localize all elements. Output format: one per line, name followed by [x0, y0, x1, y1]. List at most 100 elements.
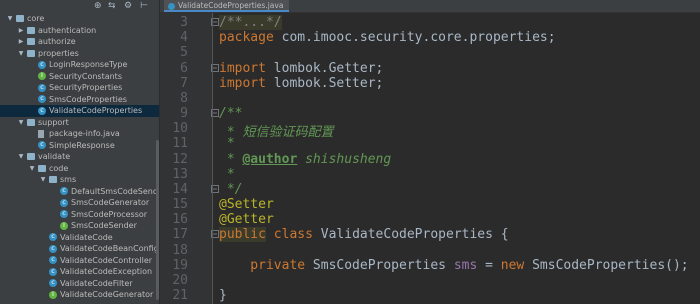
tree-item[interactable]: SmsCodeProperties	[0, 94, 159, 106]
class-icon	[38, 94, 46, 103]
class-icon	[49, 267, 57, 276]
tree-item[interactable]: SmsCodeSender	[0, 220, 159, 232]
class-icon	[60, 209, 68, 218]
tree-item[interactable]: ValidateCodeBeanConfig	[0, 243, 159, 255]
project-scrollbar[interactable]	[156, 140, 159, 300]
tree-item-label: ValidateCodeBeanConfig	[60, 244, 159, 253]
gutter-separator	[212, 13, 213, 304]
chevron-down-icon[interactable]: ▼	[6, 13, 14, 25]
tree-item-label: ValidateCodeException	[60, 267, 153, 276]
tree-item[interactable]: SimpleResponse	[0, 140, 159, 152]
project-panel: ⊕ ⇆ ⚙ ⊢ ▼ core ▶ authentication ▶ authorize ▼ p…	[0, 0, 159, 304]
tree-item[interactable]: ▼ properties	[0, 48, 159, 60]
chevron-down-icon[interactable]: ▼	[17, 48, 25, 60]
chevron-down-icon[interactable]: ▼	[28, 163, 36, 175]
folder-icon	[27, 38, 35, 45]
interface-icon	[49, 290, 57, 299]
tree-item-label: SmsCodeProcessor	[71, 209, 148, 219]
tree-item[interactable]: ▼ support	[0, 117, 159, 129]
tree-item[interactable]: ▶ authentication	[0, 25, 159, 37]
tree-item-label: SecurityConstants	[49, 71, 122, 81]
code-line-11: *	[219, 136, 235, 151]
chevron-down-icon[interactable]: ▼	[17, 151, 25, 163]
class-icon	[49, 244, 57, 253]
tree-item[interactable]: ValidateCode	[0, 232, 159, 244]
folder-icon	[38, 164, 46, 172]
tree-item[interactable]: ValidateCodeController	[0, 255, 159, 267]
code-line-4: package com.imooc.security.core.properti…	[219, 30, 556, 45]
tree-item-label: sms	[60, 175, 77, 184]
code-line-7: import lombok.Setter;	[219, 76, 384, 91]
tree-item[interactable]: ValidateCodeFilter	[0, 278, 159, 290]
tree-item[interactable]: DefaultSmsCodeSende	[0, 186, 159, 198]
tree-item-label: ValidateCodeController	[60, 255, 153, 265]
folder-icon	[49, 176, 57, 183]
project-tree: ▼ core ▶ authentication ▶ authorize ▼ propertie…	[0, 13, 159, 301]
tree-item-label: validate	[38, 152, 71, 161]
folder-icon	[27, 26, 35, 34]
folder-icon	[27, 153, 35, 160]
tree-item[interactable]: ▼ validate	[0, 151, 159, 163]
chevron-down-icon[interactable]: ▼	[39, 174, 47, 186]
folder-icon	[16, 15, 24, 22]
code-line-16: @Getter	[219, 212, 274, 227]
tree-item[interactable]: ValidateCodeException	[0, 266, 159, 278]
tree-item-label: code	[49, 163, 69, 173]
sync-icon[interactable]: ⊕	[94, 0, 102, 12]
interface-icon	[60, 221, 68, 230]
tree-item-label: SmsCodeGenerator	[71, 198, 150, 207]
gear-icon[interactable]: ⚙	[124, 0, 132, 12]
code-line-19: private SmsCodeProperties sms = new SmsC…	[219, 258, 689, 273]
tree-item[interactable]: SecurityConstants	[0, 71, 159, 83]
code-line-10: * 短信验证码配置	[219, 125, 334, 140]
folder-icon	[27, 118, 35, 126]
tree-item-label: ValidateCodeFilter	[60, 278, 133, 288]
tree-item[interactable]: ▼ code	[0, 163, 159, 175]
tree-item[interactable]: SmsCodeProcessor	[0, 209, 159, 221]
tree-item-label: SmsCodeSender	[71, 221, 137, 230]
tree-item-label: DefaultSmsCodeSende	[71, 186, 159, 196]
collapse-icon[interactable]: ⇆	[108, 0, 116, 12]
tree-item[interactable]: ValidateCodeProperties	[0, 105, 159, 117]
project-toolbar: ⊕ ⇆ ⚙ ⊢	[0, 0, 159, 12]
tree-item-label: ValidateCode	[60, 232, 113, 242]
tree-item[interactable]: ▼ sms	[0, 174, 159, 186]
code-area[interactable]: /**...*/ package com.imooc.security.core…	[160, 0, 700, 304]
tree-item-label: ValidateCodeGenerator	[60, 290, 154, 299]
chevron-right-icon[interactable]: ▶	[17, 36, 25, 48]
class-icon	[49, 232, 57, 241]
tree-item[interactable]: ▼ core	[0, 13, 159, 25]
tree-item-label: package-info.java	[49, 129, 120, 138]
tree-item-label: authentication	[38, 25, 97, 35]
tree-item[interactable]: package-info.java	[0, 128, 159, 140]
tree-item[interactable]: SecurityProperties	[0, 82, 159, 94]
tree-item-label: core	[27, 14, 45, 23]
code-editor: ValidateCodeProperties.java 3 4 5 6 7 8 9 10 11 1…	[160, 0, 700, 304]
class-icon	[38, 106, 46, 115]
tree-item-label: SecurityProperties	[49, 83, 123, 92]
tree-item[interactable]: LoginResponseType	[0, 59, 159, 71]
class-icon	[60, 186, 68, 195]
tree-item-label: authorize	[38, 37, 76, 46]
class-icon	[38, 83, 46, 92]
tree-item-label: SimpleResponse	[49, 140, 115, 150]
code-line-9: /**	[219, 106, 243, 121]
tree-item[interactable]: ValidateCodeGenerator	[0, 289, 159, 301]
code-line-21: }	[219, 288, 227, 303]
class-icon	[49, 255, 57, 264]
folder-icon	[27, 49, 35, 57]
class-icon	[60, 198, 68, 207]
chevron-down-icon[interactable]: ▼	[17, 117, 25, 129]
hide-panel-icon[interactable]: ⊢	[140, 0, 148, 12]
class-icon	[49, 278, 57, 287]
chevron-right-icon[interactable]: ▶	[17, 25, 25, 37]
code-line-12: * @author shishusheng	[219, 152, 392, 167]
code-line-17: public class ValidateCodeProperties {	[219, 227, 509, 242]
tree-item-label: LoginResponseType	[49, 60, 128, 69]
tree-item[interactable]: ▶ authorize	[0, 36, 159, 48]
code-line-15: @Setter	[219, 197, 274, 212]
class-icon	[38, 60, 46, 69]
tree-item[interactable]: SmsCodeGenerator	[0, 197, 159, 209]
tree-item-label: SmsCodeProperties	[49, 94, 127, 104]
code-line-13: *	[219, 167, 235, 182]
